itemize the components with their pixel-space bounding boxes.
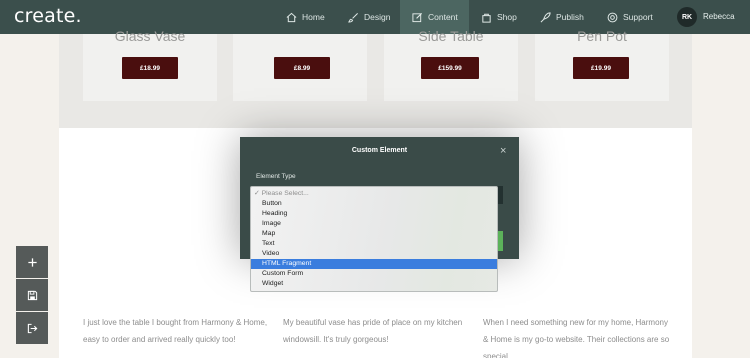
nav-home-label: Home (302, 12, 325, 22)
dropdown-option[interactable]: Button (251, 199, 497, 209)
dropdown-option-placeholder[interactable]: ✓ Please Select... (251, 189, 497, 199)
dropdown-option[interactable]: Text (251, 239, 497, 249)
home-icon (286, 12, 297, 22)
dropdown-option[interactable]: Custom Form (251, 269, 497, 279)
bag-icon (482, 13, 491, 23)
dropdown-option-highlighted[interactable]: HTML Fragment (251, 259, 497, 269)
nav-design-label: Design (364, 12, 391, 22)
nav-publish-label: Publish (556, 12, 584, 22)
price-button[interactable]: £18.99 (122, 57, 178, 79)
nav-home[interactable]: Home (286, 0, 325, 34)
brush-icon (348, 12, 358, 22)
price-button[interactable]: £8.99 (274, 57, 330, 79)
save-button[interactable] (16, 279, 48, 311)
dropdown-option[interactable]: Video (251, 249, 497, 259)
dropdown-option[interactable]: Map (251, 229, 497, 239)
dropdown-option[interactable]: Heading (251, 209, 497, 219)
product-title: Side Table (418, 28, 484, 44)
user-name[interactable]: Rebecca (703, 12, 735, 21)
save-icon (27, 290, 37, 300)
add-icon (27, 257, 37, 267)
nav-shop-label: Shop (497, 12, 517, 22)
price-button[interactable]: £159.99 (421, 57, 479, 79)
testimonial-text: I just love the table I bought from Harm… (83, 318, 268, 344)
dropdown-option[interactable]: Widget (251, 279, 497, 289)
exit-icon (27, 323, 37, 333)
add-element-button[interactable] (16, 246, 48, 278)
dropdown-option[interactable]: Image (251, 219, 497, 229)
testimonial-text: My beautiful vase has pride of place on … (283, 318, 463, 344)
element-type-dropdown[interactable]: ✓ Please Select... Button Heading Image … (250, 186, 498, 292)
close-icon[interactable]: × (500, 145, 506, 157)
exit-editor-button[interactable] (16, 312, 48, 344)
app-logo[interactable]: create. (14, 5, 82, 27)
edit-icon (412, 12, 423, 22)
product-title: Glass Vase (114, 28, 186, 44)
product-title: Pen Pot (577, 28, 627, 44)
price-button[interactable]: £19.99 (573, 57, 629, 79)
testimonial-text: When I need something new for my home, H… (483, 318, 670, 358)
nav-support-label: Support (623, 12, 653, 22)
user-avatar[interactable]: RK (677, 7, 697, 27)
nav-content-label: Content (428, 12, 458, 22)
element-type-label: Element Type (256, 173, 296, 180)
lifebuoy-icon (607, 12, 618, 22)
rocket-icon (540, 11, 551, 22)
dialog-title: Custom Element (351, 147, 408, 154)
